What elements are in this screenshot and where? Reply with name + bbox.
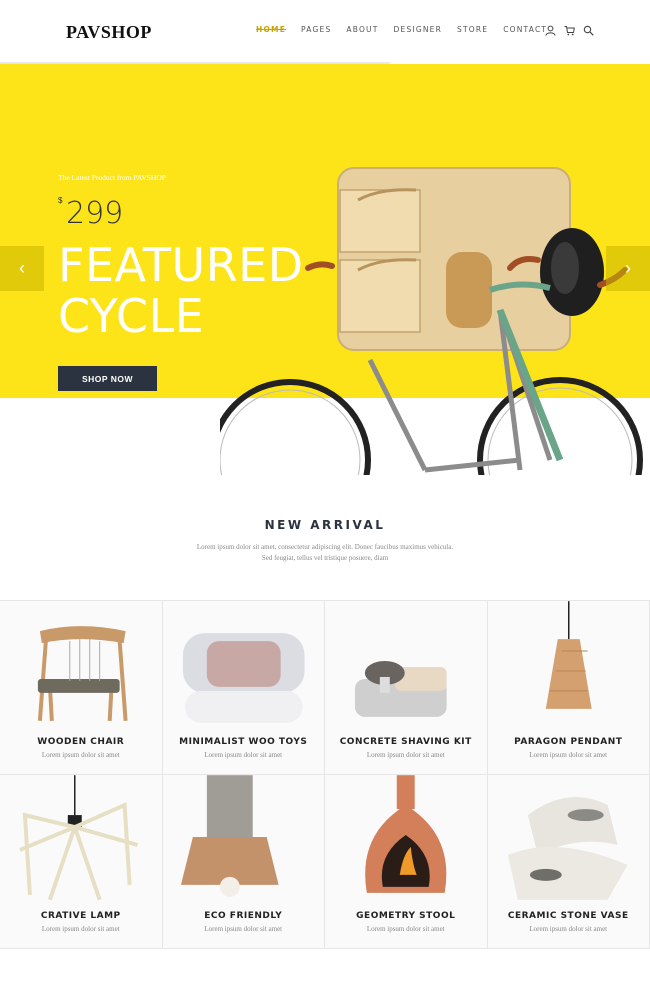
nav-about[interactable]: ABOUT — [346, 25, 378, 34]
pendant-lamp-image — [545, 601, 592, 709]
product-desc: Lorem ipsum dolor sit amet — [204, 751, 283, 759]
product-name[interactable]: PARAGON PENDANT — [488, 737, 650, 747]
section-description: Lorem ipsum dolor sit amet, consectetur … — [175, 542, 475, 564]
header-icons — [545, 23, 594, 36]
product-desc: Lorem ipsum dolor sit amet — [366, 751, 445, 759]
search-icon[interactable] — [583, 23, 594, 36]
product-card[interactable]: CONCRETE SHAVING KIT Lorem ipsum dolor s… — [325, 601, 488, 775]
slider-prev-button[interactable]: ‹ — [0, 246, 44, 291]
hero-price: 299 — [66, 196, 124, 231]
product-name[interactable]: CONCRETE SHAVING KIT — [325, 737, 487, 747]
product-desc: Lorem ipsum dolor sit amet — [366, 925, 445, 933]
shop-now-button[interactable]: SHOP NOW — [58, 366, 157, 391]
product-grid: WOODEN CHAIR Lorem ipsum dolor sit amet … — [0, 600, 650, 949]
nav-store[interactable]: STORE — [457, 25, 488, 34]
product-desc: Lorem ipsum dolor sit amet — [41, 925, 120, 933]
product-desc: Lorem ipsum dolor sit amet — [41, 751, 120, 759]
wooden-chair-image — [37, 626, 128, 721]
product-card[interactable]: WOODEN CHAIR Lorem ipsum dolor sit amet — [0, 601, 163, 775]
product-name[interactable]: ECO FRIENDLY — [163, 911, 325, 921]
creative-lamp-image — [19, 775, 139, 901]
hero-subtitle: The Latest Product from PAVSHOP — [58, 173, 166, 182]
product-name[interactable]: MINIMALIST WOO TOYS — [163, 737, 325, 747]
site-logo[interactable]: PAVSHOP — [66, 22, 152, 43]
hero-title-line1: FEATURED — [58, 238, 304, 292]
product-desc: Lorem ipsum dolor sit amet — [529, 751, 608, 759]
product-card[interactable]: ECO FRIENDLY Lorem ipsum dolor sit amet — [162, 775, 325, 949]
cart-icon[interactable] — [564, 23, 575, 36]
armchair-image — [182, 633, 305, 723]
product-desc: Lorem ipsum dolor sit amet — [529, 925, 608, 933]
user-icon[interactable] — [545, 23, 556, 36]
hero-title: FEATURED CYCLE — [58, 240, 304, 342]
hero-title-line2: CYCLE — [58, 289, 205, 343]
eco-lamp-image — [180, 775, 279, 897]
fireplace-stool-image — [365, 775, 447, 893]
hero-currency: $ — [58, 196, 63, 205]
product-name[interactable]: CERAMIC STONE VASE — [488, 911, 650, 921]
chevron-right-icon: › — [625, 258, 631, 278]
product-name[interactable]: GEOMETRY STOOL — [325, 911, 487, 921]
section-title: NEW ARRIVAL — [264, 518, 386, 532]
site-header: PAVSHOP HOME PAGES ABOUT DESIGNER STORE … — [0, 0, 650, 64]
ceramic-vase-image — [507, 797, 628, 900]
nav-home[interactable]: HOME — [256, 25, 286, 34]
nav-pages[interactable]: PAGES — [301, 25, 331, 34]
nav-designer[interactable]: DESIGNER — [394, 25, 442, 34]
section-desc-line1: Lorem ipsum dolor sit amet, consectetur … — [196, 543, 454, 551]
product-name[interactable]: WOODEN CHAIR — [0, 737, 162, 747]
shaving-kit-image — [354, 661, 447, 717]
product-card[interactable]: PARAGON PENDANT Lorem ipsum dolor sit am… — [487, 601, 650, 775]
product-name[interactable]: CRATIVE LAMP — [0, 911, 162, 921]
slider-next-button[interactable]: › — [606, 246, 650, 291]
chevron-left-icon: ‹ — [19, 258, 25, 278]
product-desc: Lorem ipsum dolor sit amet — [204, 925, 283, 933]
product-card[interactable]: GEOMETRY STOOL Lorem ipsum dolor sit ame… — [325, 775, 488, 949]
main-nav: HOME PAGES ABOUT DESIGNER STORE CONTACT — [256, 25, 562, 34]
product-card[interactable]: MINIMALIST WOO TOYS Lorem ipsum dolor si… — [162, 601, 325, 775]
nav-contact[interactable]: CONTACT — [503, 25, 547, 34]
product-card[interactable]: CERAMIC STONE VASE Lorem ipsum dolor sit… — [487, 775, 650, 949]
section-desc-line2: Sed feugiat, tellus vel tristique posuer… — [261, 554, 389, 562]
product-card[interactable]: CRATIVE LAMP Lorem ipsum dolor sit amet — [0, 775, 163, 949]
